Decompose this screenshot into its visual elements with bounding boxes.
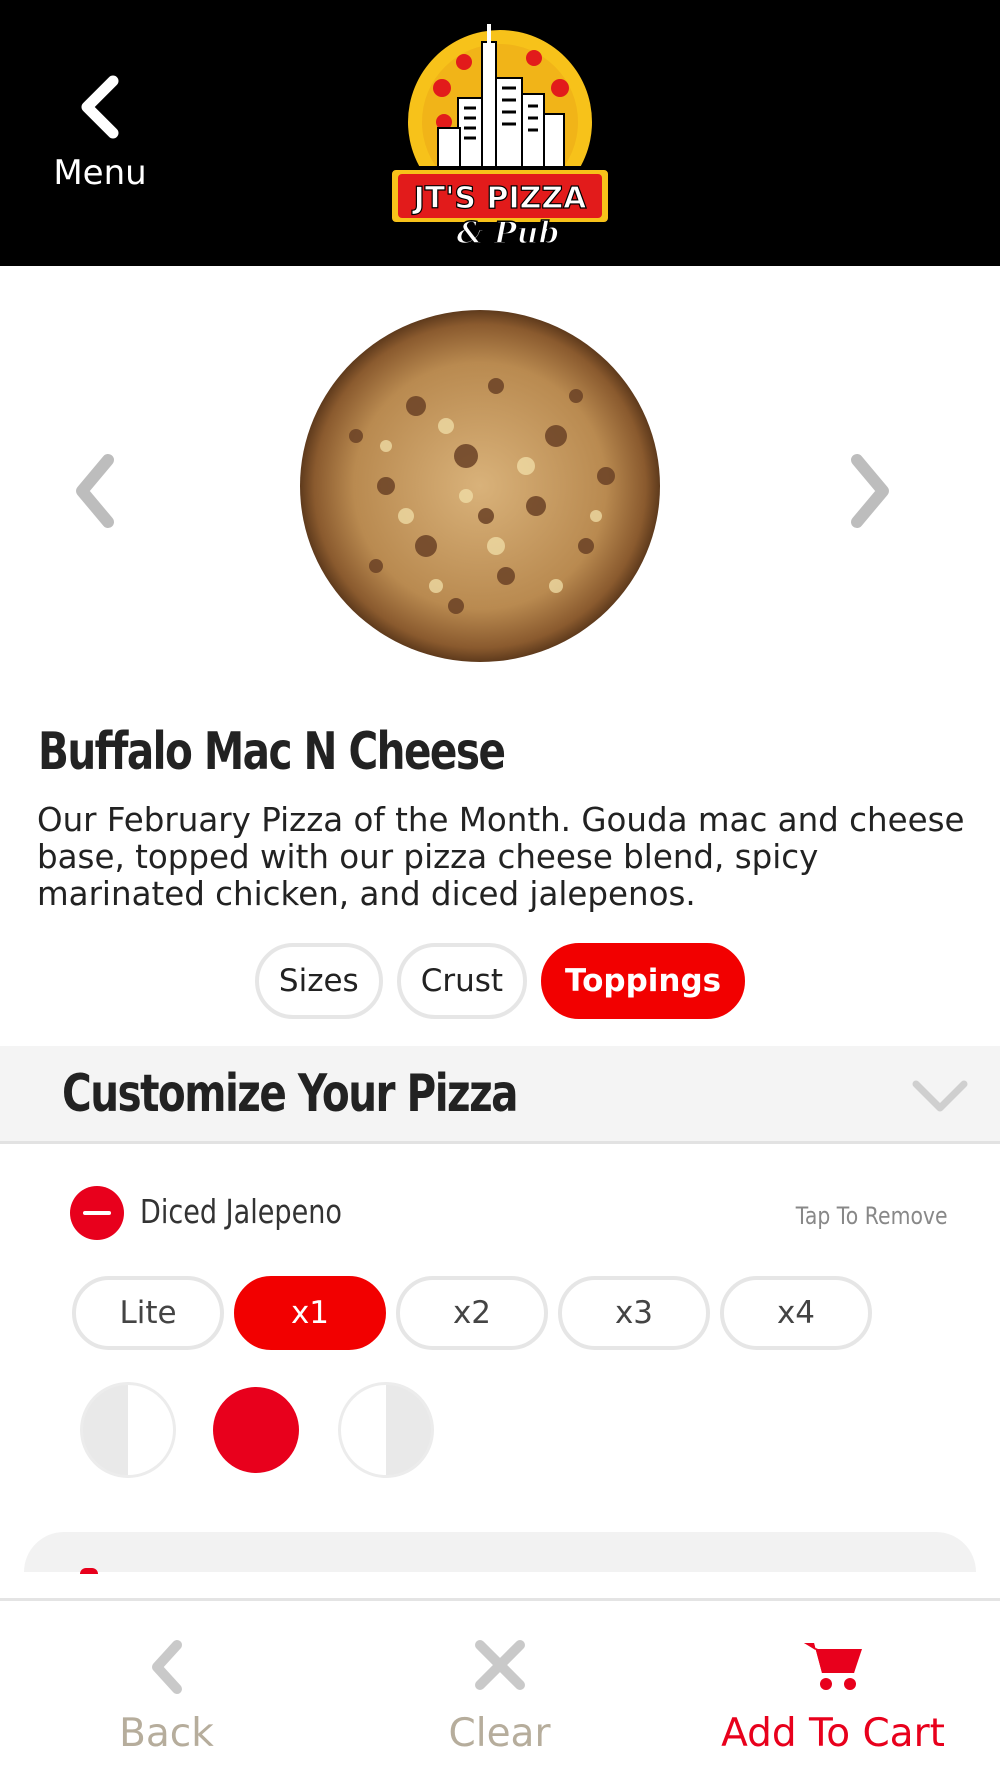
next-topping-card <box>24 1532 976 1572</box>
remove-topping-button[interactable] <box>70 1186 124 1240</box>
chevron-right-icon <box>851 454 889 528</box>
logo-name-line1: JT'S PIZZA <box>412 181 588 216</box>
logo-year: 2007 <box>487 250 512 261</box>
tab-sizes[interactable]: Sizes <box>254 943 383 1019</box>
placement-right-half-button[interactable] <box>338 1382 434 1478</box>
menu-back-button[interactable]: Menu <box>40 75 160 215</box>
qty-lite[interactable]: Lite <box>72 1276 224 1350</box>
qty-x1[interactable]: x1 <box>234 1276 386 1350</box>
product-title: Buffalo Mac N Cheese <box>38 722 506 782</box>
clear-button[interactable]: Clear <box>333 1601 666 1778</box>
cart-icon <box>804 1643 862 1690</box>
logo-name-line2: & Pub <box>457 216 560 251</box>
carousel-next-button[interactable] <box>835 446 905 536</box>
image-carousel <box>0 266 1000 686</box>
product-description: Our February Pizza of the Month. Gouda m… <box>37 801 965 913</box>
jts-pizza-logo: JT'S PIZZA & Pub 2007 <box>388 24 612 261</box>
topping-quantity-selector: Lite x1 x2 x3 x4 <box>72 1276 872 1352</box>
add-to-cart-label: Add To Cart <box>721 1711 945 1756</box>
pizza-image <box>300 310 660 662</box>
topping-name: Diced Jalepeno <box>140 1192 342 1231</box>
clear-button-label: Clear <box>448 1711 551 1756</box>
chevron-down-icon <box>912 1080 968 1112</box>
chevron-left-icon <box>76 454 114 528</box>
tab-toppings[interactable]: Toppings <box>541 943 746 1019</box>
chevron-left-icon <box>81 75 119 139</box>
customize-section-header[interactable]: Customize Your Pizza <box>0 1046 1000 1144</box>
placement-left-half-button[interactable] <box>80 1382 176 1478</box>
tab-crust[interactable]: Crust <box>396 943 528 1019</box>
customize-title: Customize Your Pizza <box>62 1064 519 1124</box>
back-button-label: Back <box>119 1711 214 1756</box>
tap-to-remove-hint[interactable]: Tap To Remove <box>796 1202 948 1230</box>
carousel-prev-button[interactable] <box>60 446 130 536</box>
add-to-cart-button[interactable]: Add To Cart <box>666 1601 1000 1778</box>
chevron-left-icon <box>151 1640 182 1694</box>
qty-x4[interactable]: x4 <box>720 1276 872 1350</box>
placement-whole-button[interactable] <box>213 1387 299 1473</box>
menu-back-label: Menu <box>53 153 147 193</box>
topping-row: Diced Jalepeno Tap To Remove <box>0 1180 1000 1246</box>
back-button[interactable]: Back <box>0 1601 333 1778</box>
qty-x2[interactable]: x2 <box>396 1276 548 1350</box>
close-icon <box>474 1640 525 1690</box>
bottom-action-bar: Back Clear Add To Cart <box>0 1598 1000 1778</box>
option-tabs: Sizes Crust Toppings <box>0 943 1000 1019</box>
next-topping-remove-icon <box>80 1568 98 1574</box>
app-header: Menu JT'S PIZZA & Pub 2007 <box>0 0 1000 266</box>
qty-x3[interactable]: x3 <box>558 1276 710 1350</box>
